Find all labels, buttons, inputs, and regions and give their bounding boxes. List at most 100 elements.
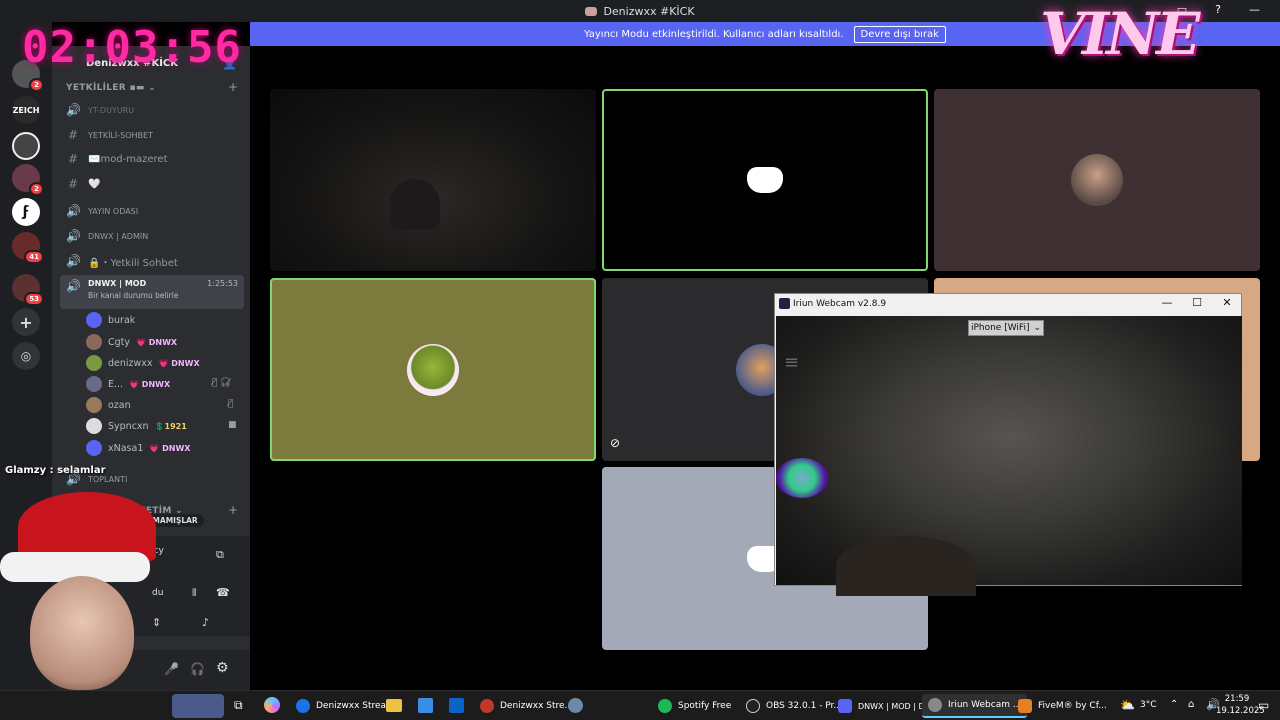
channel-yetkili-sohbet[interactable]: # YETKİLİ-SOHBET: [66, 124, 242, 146]
channel-dnwx-admin[interactable]: 🔊 DNWX | ADMİN: [66, 225, 242, 247]
voice-user[interactable]: Sypncxn 💲1921: [86, 416, 187, 436]
task-view-icon[interactable]: ⧉: [234, 698, 243, 713]
menu-icon[interactable]: ≡: [784, 352, 799, 373]
stream-timer: 02:03:56: [22, 22, 242, 73]
voice-user[interactable]: xNasa1 💗 DNWX: [86, 438, 190, 458]
server-icon[interactable]: 2: [12, 164, 44, 196]
network-icon[interactable]: ⌂: [1188, 699, 1194, 710]
avatar: [1071, 154, 1123, 206]
webcam-window[interactable]: Iriun Webcam v2.8.9 — ☐ ✕ iPhone [WiFi] ⌄…: [774, 293, 1242, 596]
taskbar-item[interactable]: FiveM® by Cf...: [1012, 694, 1113, 718]
streamer-mode-message: Yayıncı Modu etkinleştirildi. Kullanıcı …: [584, 28, 844, 40]
avatar: [86, 355, 102, 371]
disconnect-icon[interactable]: ☎: [216, 586, 230, 599]
server-icon[interactable]: 41: [12, 232, 44, 264]
video-tile[interactable]: [602, 89, 928, 271]
minimize-button[interactable]: —: [1153, 296, 1181, 312]
video-tile[interactable]: [270, 278, 596, 461]
voice-user[interactable]: burak: [86, 310, 135, 330]
discord-logo-icon: [585, 6, 598, 16]
weather-temp[interactable]: 3°C: [1140, 700, 1157, 710]
tray-chevron-icon[interactable]: ⌃: [1170, 699, 1178, 710]
app-icon: [779, 298, 790, 309]
discord-logo-icon: [747, 167, 783, 193]
chat-overlay-message: Glamzy : selamlar: [5, 465, 106, 476]
channel-dnwx-mod[interactable]: 🔊 DNWX | MOD 1:25:53 Bir kanal durumu bel…: [60, 275, 244, 309]
soundboard-icon[interactable]: ♪: [202, 616, 209, 629]
server-icon[interactable]: [12, 132, 40, 160]
channel-status[interactable]: Bir kanal durumu belirle: [88, 291, 238, 300]
channel-heart[interactable]: # 🤍: [66, 173, 242, 195]
iriun-icon: [928, 698, 942, 712]
weather-icon[interactable]: ⛅: [1120, 698, 1135, 712]
obs-icon: [746, 699, 760, 713]
windows-taskbar: ⧉ Denizwxx Strea... Denizwxx Stre... Spo…: [0, 690, 1280, 720]
avatar: [86, 334, 102, 350]
video-tile[interactable]: [270, 89, 596, 271]
avatar: [407, 343, 459, 396]
channel-yt-duyuru[interactable]: 🔊 YT-DUYURU: [66, 99, 242, 121]
server-icon[interactable]: ZEICH: [12, 96, 40, 124]
taskbar-widget[interactable]: [172, 694, 224, 718]
discord-icon: [838, 699, 852, 713]
voice-icon: 🔊: [66, 103, 81, 117]
disable-streamer-mode-button[interactable]: Devre dışı bırak: [853, 25, 946, 43]
channel-mod-mazeret[interactable]: # ✉️mod-mazeret: [66, 148, 242, 170]
headphones-icon[interactable]: 🎧: [190, 662, 205, 676]
add-server-icon[interactable]: +: [12, 308, 40, 336]
help-icon[interactable]: ?: [1215, 3, 1221, 19]
close-button[interactable]: ✕: [1213, 296, 1241, 312]
face: [30, 576, 134, 690]
participant-video: [390, 179, 440, 229]
avatar: [86, 440, 102, 456]
voice-user[interactable]: ozan: [86, 395, 131, 415]
browser-icon: [480, 699, 494, 713]
window-title: Denizwxx #KİCK: [603, 4, 695, 18]
hash-icon: #: [67, 152, 79, 166]
voice-icon: 🔊: [66, 204, 81, 218]
spotify-icon: [658, 699, 672, 713]
file-explorer-icon[interactable]: [386, 699, 402, 712]
clock-time[interactable]: 21:59: [1222, 694, 1252, 704]
streamer-webcam-overlay: [0, 492, 160, 690]
server-icon[interactable]: 53: [12, 274, 44, 306]
video-tile[interactable]: [934, 89, 1260, 271]
camera-icon: ■: [228, 420, 237, 430]
clock-date[interactable]: 19.12.2025: [1216, 706, 1265, 716]
rgb-light: [776, 458, 828, 498]
server-icon[interactable]: ϝ: [12, 198, 40, 226]
avatar: [86, 376, 102, 392]
add-channel-icon[interactable]: +: [228, 80, 238, 94]
avatar: [86, 418, 102, 434]
hash-icon: #: [67, 177, 79, 191]
hash-icon: #: [67, 128, 79, 142]
taskbar-item[interactable]: Spotify Free: [652, 694, 737, 718]
voice-icon: 🔊: [66, 279, 81, 293]
minimize-icon[interactable]: —: [1249, 3, 1260, 19]
explore-icon[interactable]: ◎: [12, 342, 40, 370]
voice-user[interactable]: Cgty 💗 DNWX: [86, 332, 177, 352]
avatar: [86, 397, 102, 413]
notification-icon[interactable]: ▭: [1258, 698, 1269, 712]
taskbar-item[interactable]: Denizwxx Strea...: [290, 694, 401, 718]
store-icon[interactable]: [418, 698, 433, 713]
voice-user[interactable]: denizwxx 💗 DNWX: [86, 353, 200, 373]
settings-gear-icon[interactable]: ⚙: [216, 660, 229, 676]
device-select[interactable]: iPhone [WiFi] ⌄: [968, 320, 1044, 336]
microphone-icon[interactable]: 🎤: [164, 662, 179, 676]
settings-app-icon[interactable]: [568, 698, 583, 713]
channel-yetkili-sohbet-voice[interactable]: 🔊 🔒・Yetkili Sohbet: [66, 250, 242, 272]
maximize-button[interactable]: ☐: [1183, 296, 1211, 312]
category-header[interactable]: YETKİLİLER ▪▬ ⌄: [66, 83, 156, 93]
add-channel-icon[interactable]: +: [228, 503, 238, 517]
taskbar-item[interactable]: Denizwxx Stre...: [474, 694, 579, 718]
channel-yayin-odasi[interactable]: 🔊 YAYIN ODASI: [66, 200, 242, 222]
outlook-icon[interactable]: [449, 698, 464, 713]
copilot-icon[interactable]: [264, 697, 280, 713]
voice-icon: 🔊: [66, 229, 81, 243]
mute-icon: 🎙̸: [228, 399, 234, 409]
mute-icon: 🎙̸ 🎧̸: [212, 378, 232, 388]
screen-share-icon[interactable]: ⧉: [216, 548, 224, 562]
voice-user[interactable]: E... 💗 DNWX: [86, 374, 170, 394]
sound-bars-icon[interactable]: ⦀: [192, 588, 196, 599]
